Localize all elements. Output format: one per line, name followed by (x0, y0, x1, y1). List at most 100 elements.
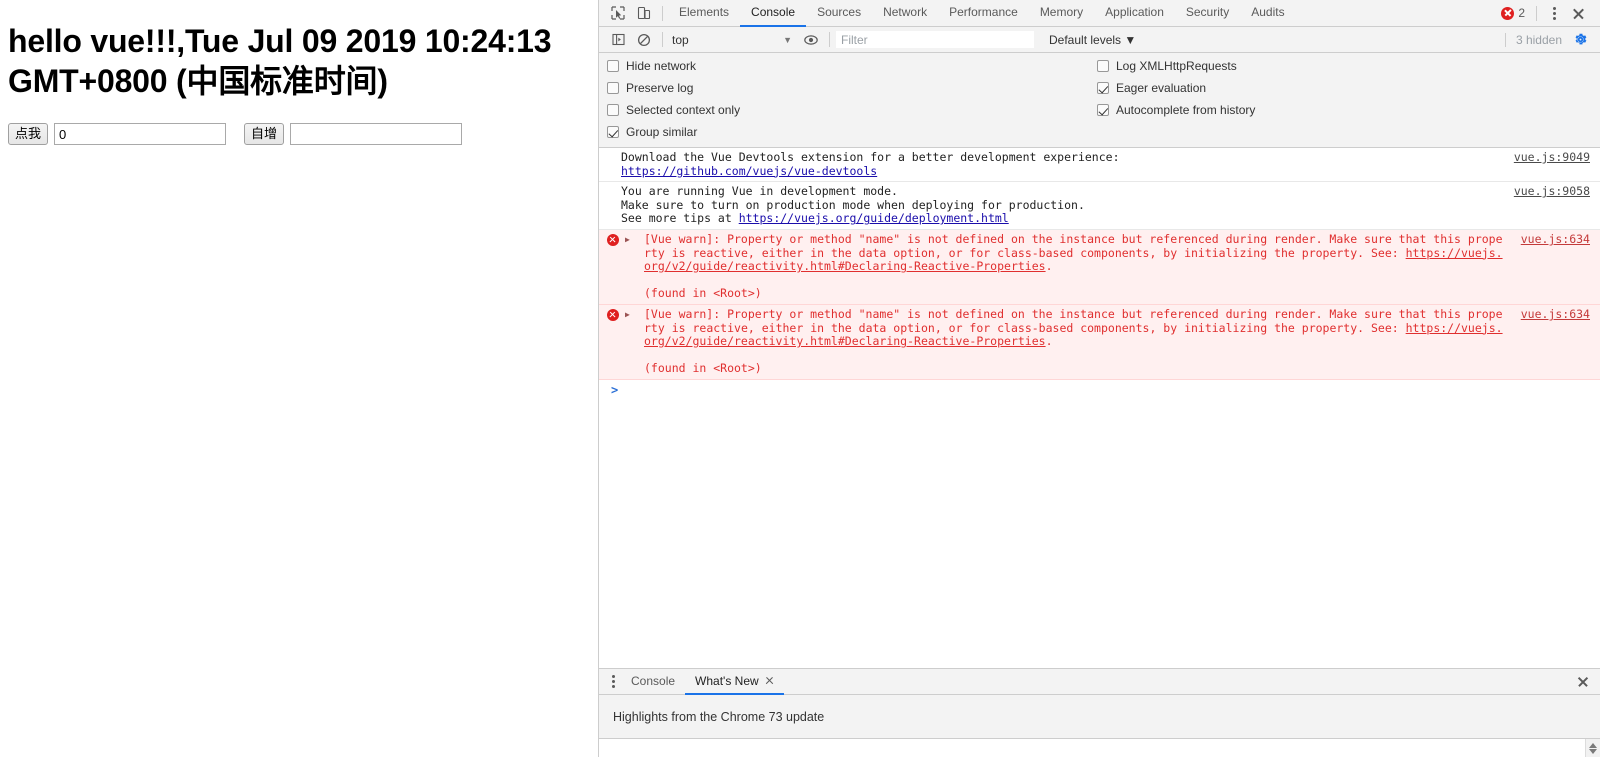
drawer-tab-whats-new[interactable]: What's New (685, 669, 784, 695)
console-filter-input[interactable] (835, 30, 1035, 49)
tab-memory[interactable]: Memory (1029, 0, 1094, 27)
setting-selected-context-only[interactable]: Selected context only (607, 103, 1097, 117)
close-devtools-icon[interactable] (1566, 2, 1590, 24)
error-count-badge[interactable]: 2 (1501, 6, 1525, 20)
console-message[interactable]: You are running Vue in development mode.… (599, 182, 1600, 230)
screen: hello vue!!!,Tue Jul 09 2019 10:24:13 GM… (0, 0, 1600, 757)
drawer-tab-console[interactable]: Console (621, 669, 685, 695)
toggle-console-sidebar-icon[interactable] (605, 27, 631, 52)
drawer-tabbar: Console What's New (599, 669, 1600, 695)
console-message-body: You are running Vue in development mode.… (611, 184, 1502, 226)
device-toolbar-icon[interactable] (631, 1, 657, 26)
message-line: Make sure to turn on production mode whe… (621, 197, 1085, 212)
execution-context-select[interactable]: top ▼ (668, 33, 798, 47)
message-line: See more tips at (621, 211, 739, 226)
setting-label: Autocomplete from history (1116, 103, 1256, 117)
error-count-label: 2 (1518, 6, 1525, 20)
execution-context-label: top (672, 32, 689, 47)
drawer-content-text: Highlights from the Chrome 73 update (613, 709, 825, 724)
console-message[interactable]: Download the Vue Devtools extension for … (599, 148, 1600, 183)
message-link[interactable]: https://github.com/vuejs/vue-devtools (621, 164, 877, 178)
message-source-link[interactable]: vue.js:634 (1509, 307, 1590, 322)
tab-elements[interactable]: Elements (668, 0, 740, 27)
expand-triangle-icon[interactable]: ▶ (625, 235, 634, 301)
inspect-element-icon[interactable] (605, 1, 631, 26)
settings-column-right: Log XMLHttpRequests Eager evaluation Aut… (1097, 59, 1255, 139)
setting-eager-evaluation[interactable]: Eager evaluation (1097, 81, 1255, 95)
devtools-drawer: Console What's New Highlights from the C… (599, 668, 1600, 757)
console-prompt[interactable]: > (599, 380, 1600, 400)
close-icon[interactable] (765, 676, 774, 685)
tab-sources[interactable]: Sources (806, 0, 872, 27)
checkbox-icon (607, 60, 619, 72)
scroll-up-icon[interactable] (1589, 742, 1597, 748)
drawer-tab-label: What's New (695, 673, 759, 688)
setting-autocomplete-from-history[interactable]: Autocomplete from history (1097, 103, 1255, 117)
message-line: is reactive, either in the data option, … (671, 320, 1406, 335)
setting-preserve-log[interactable]: Preserve log (607, 81, 1097, 95)
checkbox-icon (607, 82, 619, 94)
clear-console-icon[interactable] (631, 27, 657, 52)
message-line: (found in <Root>) (644, 286, 762, 301)
setting-hide-network[interactable]: Hide network (607, 59, 1097, 73)
toolbar-divider (662, 5, 663, 21)
message-link[interactable]: https://vuejs.org/guide/deployment.html (739, 211, 1009, 226)
devtools-tab-list: Elements Console Sources Network Perform… (668, 0, 1296, 27)
tab-network[interactable]: Network (872, 0, 938, 27)
checkbox-checked-icon (607, 126, 619, 138)
checkbox-checked-icon (1097, 104, 1109, 116)
tab-application[interactable]: Application (1094, 0, 1175, 27)
badge-divider (1536, 5, 1537, 21)
console-toolbar-right: 3 hidden (1504, 30, 1594, 50)
settings-gear-icon[interactable] (1570, 30, 1590, 50)
demo-form-row: 点我 自增 (8, 123, 590, 145)
message-source-link[interactable]: vue.js:9058 (1502, 185, 1590, 199)
prompt-chevron-icon: > (611, 382, 619, 397)
setting-label: Group similar (626, 125, 698, 139)
message-source-link[interactable]: vue.js:634 (1509, 232, 1590, 247)
drawer-footer (599, 739, 1600, 757)
close-drawer-icon[interactable] (1572, 671, 1594, 693)
hidden-messages-label: 3 hidden (1504, 32, 1562, 47)
console-message-body: [Vue warn]: Property or method "name" is… (634, 232, 1509, 301)
setting-group-similar[interactable]: Group similar (607, 125, 1097, 139)
drawer-tab-label: Console (631, 673, 676, 688)
setting-log-xmlhttprequests[interactable]: Log XMLHttpRequests (1097, 59, 1255, 73)
scrollbar-arrows[interactable] (1585, 739, 1600, 757)
tab-security[interactable]: Security (1175, 0, 1240, 27)
setting-label: Eager evaluation (1116, 81, 1207, 95)
error-icon (1501, 6, 1515, 20)
console-error-message[interactable]: ▶ [Vue warn]: Property or method "name" … (599, 229, 1600, 305)
message-source-link[interactable]: vue.js:9049 (1502, 150, 1590, 165)
log-levels-dropdown[interactable]: Default levels ▼ (1049, 33, 1136, 47)
message-line-suffix: . (1045, 259, 1053, 274)
page-title: hello vue!!!,Tue Jul 09 2019 10:24:13 GM… (8, 23, 552, 99)
message-line: You are running Vue in development mode. (621, 184, 898, 199)
chevron-down-icon: ▼ (783, 34, 792, 45)
console-message-list[interactable]: Download the Vue Devtools extension for … (599, 148, 1600, 668)
drawer-more-options-icon[interactable] (605, 675, 621, 688)
message-line: (found in <Root>) (644, 361, 762, 376)
expand-triangle-icon[interactable]: ▶ (625, 310, 634, 376)
auto-increment-button[interactable]: 自增 (244, 123, 285, 145)
live-expression-icon[interactable] (798, 27, 824, 52)
more-options-icon[interactable] (1544, 2, 1564, 24)
setting-label: Selected context only (626, 103, 741, 117)
tab-console[interactable]: Console (740, 0, 807, 27)
scroll-down-icon[interactable] (1589, 748, 1597, 754)
console-error-message[interactable]: ▶ [Vue warn]: Property or method "name" … (599, 304, 1600, 380)
setting-label: Hide network (626, 59, 697, 73)
click-me-button[interactable]: 点我 (8, 123, 49, 145)
console-toolbar: top ▼ Default levels ▼ 3 hidden (599, 27, 1600, 53)
text-input[interactable] (290, 123, 463, 145)
checkbox-icon (607, 104, 619, 116)
drawer-content: Highlights from the Chrome 73 update (599, 695, 1600, 739)
filter-divider (829, 32, 830, 47)
web-page-pane: hello vue!!!,Tue Jul 09 2019 10:24:13 GM… (0, 0, 598, 757)
setting-label: Preserve log (626, 81, 694, 95)
counter-input[interactable] (54, 123, 227, 145)
tab-performance[interactable]: Performance (938, 0, 1029, 27)
settings-column-left: Hide network Preserve log Selected conte… (607, 59, 1097, 139)
tab-audits[interactable]: Audits (1240, 0, 1295, 27)
devtools-panel: Elements Console Sources Network Perform… (598, 0, 1600, 757)
